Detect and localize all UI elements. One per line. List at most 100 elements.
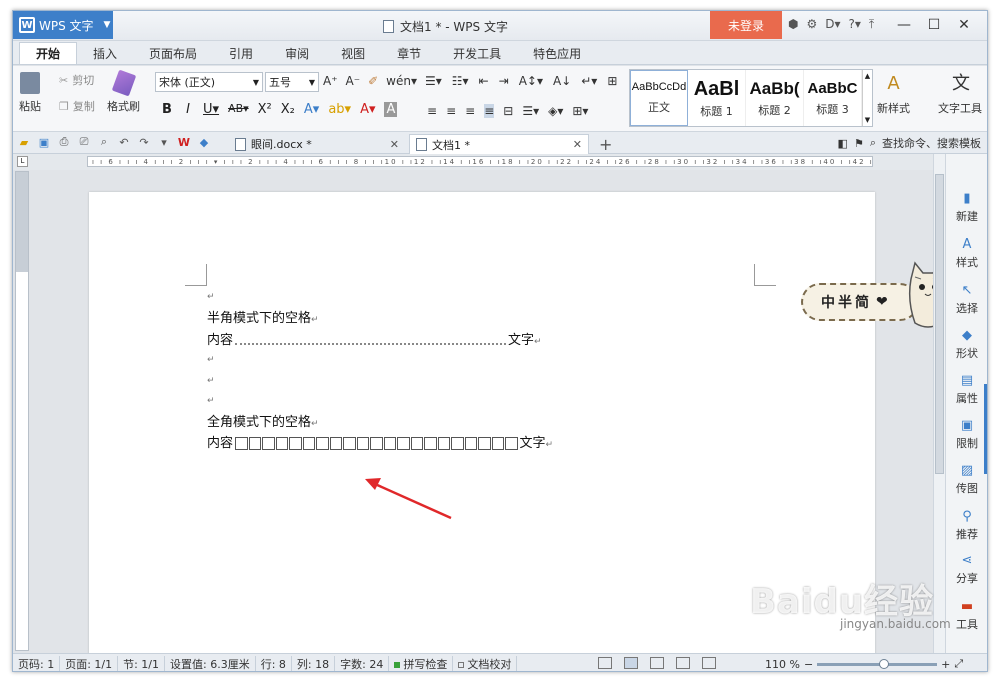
underline-icon[interactable]: U▾ — [203, 102, 219, 117]
share-doc-icon[interactable]: D▾ — [825, 17, 840, 32]
customize-icon[interactable]: ▾ — [157, 135, 171, 149]
doc-line[interactable]: 全角模式下的空格↵ — [207, 411, 319, 430]
scrollbar-thumb[interactable] — [935, 174, 944, 474]
align-left-icon[interactable]: ≡ — [427, 104, 437, 118]
reading-view-icon[interactable] — [702, 657, 716, 669]
style-heading3[interactable]: AaBbC 标题 3 — [804, 70, 862, 126]
cut-button[interactable]: ✂ 剪切 — [59, 72, 94, 88]
panel-new[interactable]: ▮ 新建 — [946, 192, 987, 224]
strikethrough-icon[interactable]: AB▾ — [228, 102, 249, 117]
search-icon[interactable]: ⌕ — [870, 136, 876, 150]
close-icon[interactable]: ✕ — [949, 13, 979, 37]
maximize-icon[interactable]: ☐ — [919, 13, 949, 37]
font-size-select[interactable]: 五号 ▼ — [265, 72, 319, 92]
page-view-icon[interactable] — [624, 657, 638, 669]
shading-icon[interactable]: ◈▾ — [548, 104, 563, 118]
show-marks-icon[interactable]: ↵▾ — [581, 74, 597, 88]
doc-line[interactable]: 半角模式下的空格↵ — [207, 307, 319, 326]
vertical-ruler[interactable] — [15, 171, 29, 651]
export-pdf-icon[interactable]: ⎙ — [57, 135, 71, 149]
login-button[interactable]: 未登录 — [710, 11, 782, 39]
panel-select[interactable]: ↖ 选择 — [946, 284, 987, 316]
settings-icon[interactable]: ⚙ — [806, 17, 817, 32]
close-icon[interactable]: ✕ — [390, 138, 399, 151]
bold-icon[interactable]: B — [161, 102, 173, 117]
search-box[interactable]: 查找命令、搜索模板 — [882, 135, 981, 151]
char-scale-icon[interactable]: A↕▾ — [519, 74, 543, 88]
zoom-out-icon[interactable]: − — [804, 658, 813, 671]
line-spacing-icon[interactable]: ☰▾ — [522, 104, 539, 118]
decrease-indent-icon[interactable]: ⇤ — [479, 74, 489, 88]
new-style-button[interactable]: A 新样式 — [877, 72, 910, 116]
help-icon[interactable]: ?▾ — [849, 17, 861, 32]
horizontal-ruler[interactable]: L ı ı 6 ı ı ı 4 ı ı ı 2 ı ı ı ▾ ı ı ı 2 … — [13, 154, 933, 170]
open-icon[interactable]: ▰ — [17, 135, 31, 149]
align-justify-icon[interactable]: ≡ — [484, 104, 495, 118]
zoom-knob[interactable] — [879, 658, 890, 669]
empty-paragraph[interactable]: ↵ — [207, 392, 215, 407]
tab-view[interactable]: 视图 — [325, 42, 381, 64]
undo-icon[interactable]: ↶ — [117, 135, 131, 149]
feedback-icon[interactable]: ◧ — [838, 137, 848, 150]
char-shading-icon[interactable]: A — [384, 102, 398, 117]
panel-shape[interactable]: ◆ 形状 — [946, 329, 987, 361]
tab-page-layout[interactable]: 页面布局 — [133, 42, 213, 64]
cloud-icon[interactable]: ◆ — [197, 135, 211, 149]
web-view-icon[interactable] — [676, 657, 690, 669]
wps-home-icon[interactable]: W — [177, 135, 191, 149]
doc-tab[interactable]: 眼间.docx * ✕ — [229, 134, 405, 154]
table-icon[interactable]: ⊞ — [607, 74, 617, 88]
style-scroll[interactable]: ▲ ▼ — [862, 70, 872, 126]
style-normal[interactable]: AaBbCcDd 正文 — [630, 70, 688, 126]
panel-properties[interactable]: ▤ 属性 — [946, 374, 987, 406]
tab-chapter[interactable]: 章节 — [381, 42, 437, 64]
tab-references[interactable]: 引用 — [213, 42, 269, 64]
outline-view-icon[interactable] — [650, 657, 664, 669]
highlight-icon[interactable]: ab▾ — [328, 102, 351, 117]
status-words[interactable]: 字数: 24 — [335, 655, 390, 671]
font-color-icon[interactable]: A▾ — [360, 102, 375, 117]
minimize-icon[interactable]: — — [889, 13, 919, 37]
panel-recommend[interactable]: ⚲ 推荐 — [946, 510, 987, 542]
doc-line[interactable]: 内容 文字↵ — [207, 432, 553, 451]
print-preview-icon[interactable]: ⌕ — [97, 135, 111, 149]
tab-start[interactable]: 开始 — [19, 42, 78, 64]
empty-paragraph[interactable]: ↵ — [207, 351, 215, 366]
panel-restrict[interactable]: ▣ 限制 — [946, 419, 987, 451]
save-icon[interactable]: ▣ — [37, 135, 51, 149]
zoom-in-icon[interactable]: + — [941, 658, 950, 671]
numbered-list-icon[interactable]: ☷▾ — [452, 74, 469, 88]
panel-toggle-handle[interactable] — [984, 384, 987, 474]
shrink-font-icon[interactable]: A⁻ — [346, 74, 361, 88]
paste-button[interactable]: 粘贴 — [19, 72, 41, 114]
doc-tab[interactable]: 文档1 * ✕ — [409, 134, 589, 154]
copy-button[interactable]: ❐ 复制 — [59, 98, 95, 114]
empty-paragraph[interactable]: ↵ — [207, 372, 215, 387]
panel-share[interactable]: ⋖ 分享 — [946, 554, 987, 586]
tab-developer[interactable]: 开发工具 — [437, 42, 517, 64]
redo-icon[interactable]: ↷ — [137, 135, 151, 149]
fullscreen-view-icon[interactable] — [598, 657, 612, 669]
format-painter-button[interactable]: 格式刷 — [107, 69, 140, 114]
borders-icon[interactable]: ⊞▾ — [572, 104, 588, 118]
pinyin-icon[interactable]: wén▾ — [386, 74, 417, 88]
zoom-slider[interactable] — [817, 658, 938, 669]
zoom-value[interactable]: 110 % — [765, 658, 800, 671]
bullet-list-icon[interactable]: ☰▾ — [425, 74, 442, 88]
input-method-sticker[interactable]: 中半简 ❤ — [801, 283, 919, 321]
panel-style[interactable]: A 样式 — [946, 238, 987, 270]
fit-window-icon[interactable]: ⤢ — [954, 657, 963, 671]
flag-icon[interactable]: ⚑ — [854, 137, 864, 150]
panel-tools[interactable]: ▬ 工具 — [946, 600, 987, 632]
tab-insert[interactable]: 插入 — [77, 42, 133, 64]
align-center-icon[interactable]: ≡ — [446, 104, 456, 118]
print-icon[interactable]: ⎚ — [77, 135, 91, 149]
subscript-icon[interactable]: X₂ — [281, 102, 295, 117]
empty-paragraph[interactable]: ↵ — [207, 288, 215, 303]
close-icon[interactable]: ✕ — [573, 138, 582, 151]
text-effect-icon[interactable]: A▾ — [304, 102, 319, 117]
tab-special[interactable]: 特色应用 — [517, 42, 597, 64]
distribute-icon[interactable]: ⊟ — [503, 104, 513, 118]
clear-format-icon[interactable]: ✐ — [368, 74, 378, 88]
collapse-ribbon-icon[interactable]: ⤒ — [869, 17, 874, 32]
